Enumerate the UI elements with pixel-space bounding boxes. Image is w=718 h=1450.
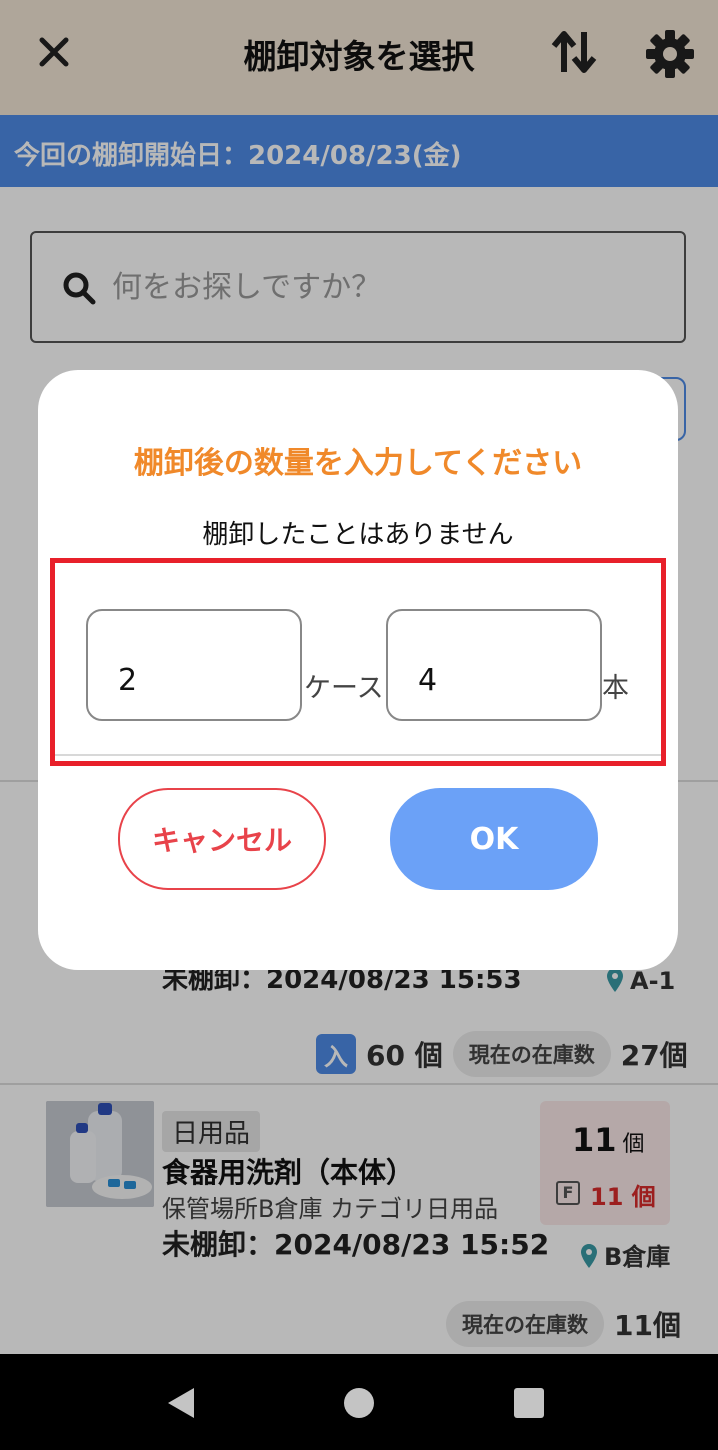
back-icon[interactable]	[166, 1386, 196, 1420]
recent-apps-icon[interactable]	[514, 1388, 544, 1418]
home-icon[interactable]	[344, 1388, 374, 1418]
ok-button[interactable]: OK	[390, 788, 598, 890]
dialog-title: 棚卸後の数量を入力してください	[133, 446, 583, 481]
system-nav-bar	[0, 1354, 718, 1450]
dialog-subtitle: 棚卸したことはありません	[202, 520, 514, 550]
quantity-inputs-highlight	[50, 558, 666, 766]
cancel-button[interactable]: キャンセル	[118, 788, 326, 890]
